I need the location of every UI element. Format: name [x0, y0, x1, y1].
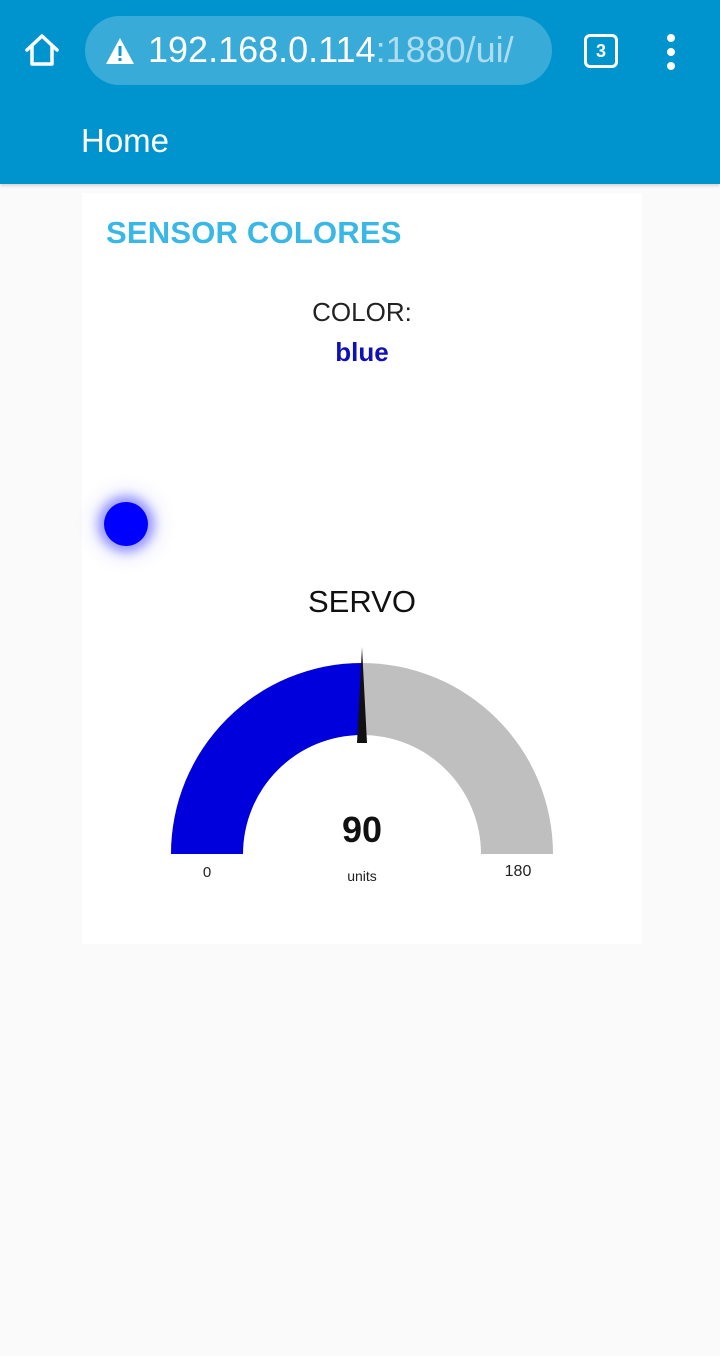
tab-switcher-button[interactable]: 3 [584, 34, 618, 68]
url-path: :1880/ui/ [375, 29, 514, 70]
gauge-value: 90 [342, 809, 382, 850]
sensor-group-card: SENSOR COLORES COLOR: blue SERVO 90 unit… [82, 193, 642, 944]
warning-icon[interactable] [105, 37, 135, 65]
color-label: COLOR: [312, 297, 412, 327]
page-title: Home [81, 122, 170, 159]
app-toolbar: Home [0, 100, 720, 184]
url-text: 192.168.0.114:1880/ui/ [148, 30, 514, 70]
gauge-max-label: 180 [505, 863, 532, 880]
servo-title: SERVO [308, 584, 416, 619]
home-icon[interactable] [22, 30, 62, 70]
more-vert-icon[interactable] [656, 32, 686, 72]
color-led-indicator [104, 502, 148, 546]
color-value: blue [335, 337, 389, 367]
group-title: SENSOR COLORES [106, 215, 402, 250]
url-host: 192.168.0.114 [148, 29, 376, 70]
gauge-fill [171, 663, 362, 854]
browser-toolbar: 192.168.0.114:1880/ui/ 3 [0, 0, 720, 100]
gauge-min-label: 0 [203, 864, 211, 881]
address-bar[interactable]: 192.168.0.114:1880/ui/ [85, 16, 552, 85]
gauge-units: units [347, 868, 377, 884]
servo-gauge: 90 units 0 180 [171, 647, 553, 884]
